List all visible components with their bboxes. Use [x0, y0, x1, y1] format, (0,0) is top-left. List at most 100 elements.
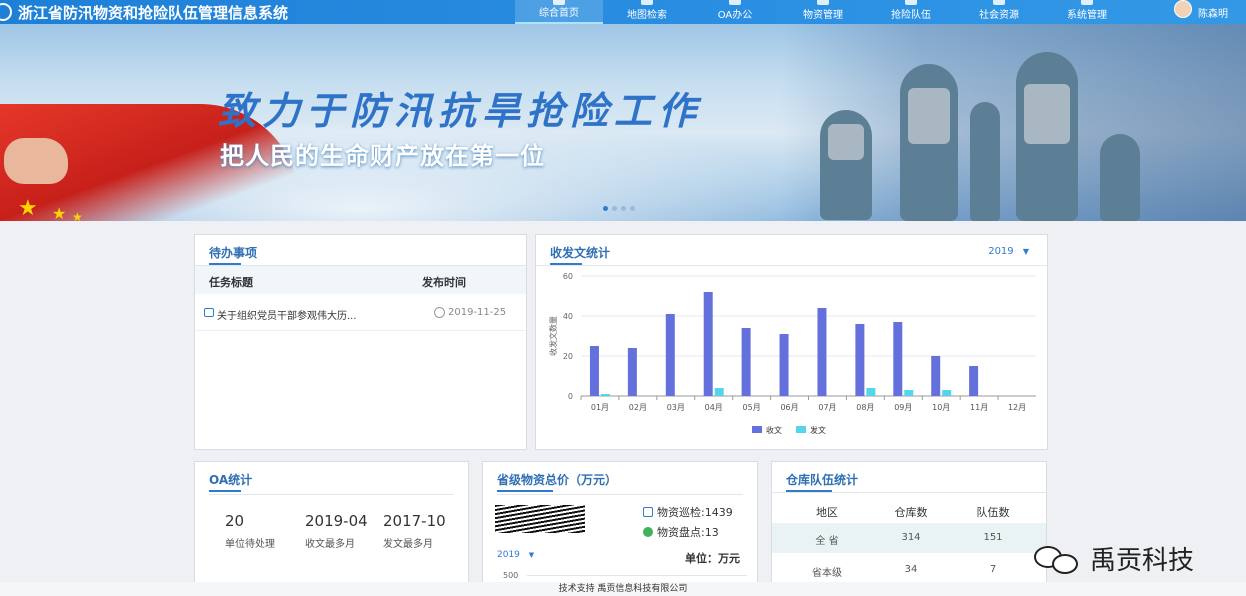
rescue-workers-image	[780, 24, 1246, 221]
stat-received-max[interactable]: 2019-04 收文最多月	[305, 512, 368, 550]
x-tick-label: 02月	[629, 403, 647, 412]
logo-icon	[0, 3, 12, 21]
todo-table-header: 任务标题 发布时间	[195, 266, 526, 294]
bar-sent	[600, 394, 610, 396]
y-axis-label: 收发文数量	[548, 316, 558, 356]
bar-received	[703, 292, 713, 396]
legend-label: 收文	[766, 425, 782, 435]
panel-title: 收发文统计	[550, 246, 611, 260]
doc-stats-panel: 收发文统计 2019 ▼ 0 20 40 60 收发文数量 01月 02月 03月 04月 05月…	[535, 234, 1048, 450]
x-tick-label: 03月	[667, 403, 685, 412]
inspection-count[interactable]: 物资巡检: 1439	[643, 504, 733, 520]
stat-label: 发文最多月	[383, 539, 433, 550]
nav-item[interactable]: 社会资源	[955, 0, 1043, 24]
unit-label: 单位：万元	[685, 552, 740, 565]
task-date: 2019-11-25	[448, 307, 507, 318]
bar-sent	[714, 388, 724, 396]
warehouse-team-panel: 仓库队伍统计 地区 仓库数 队伍数 全 省 314 151 省本级 34 7	[771, 461, 1047, 591]
banner-slogan-main: 致力于防汛抗旱抢险工作	[218, 88, 703, 133]
table-row[interactable]: 省本级 34 7	[772, 555, 1046, 585]
carousel-dot[interactable]	[612, 206, 617, 211]
nav-icon	[817, 0, 829, 5]
legend-swatch	[752, 426, 762, 433]
stat-value: 2017-10	[383, 512, 446, 530]
bar-sent	[904, 390, 914, 396]
axis-tick-label: 500	[503, 571, 519, 580]
wechat-icon	[1034, 544, 1082, 574]
app-brand[interactable]: 浙江省防汛物资和抢险队伍管理信息系统	[0, 0, 288, 24]
bar-received	[817, 308, 827, 396]
nav-item[interactable]: 抢险队伍	[867, 0, 955, 24]
x-tick-label: 07月	[818, 403, 836, 412]
column-header: 仓库数	[894, 506, 928, 519]
watermark-text: 禹贡科技	[1090, 546, 1195, 576]
app-title: 浙江省防汛物资和抢险队伍管理信息系统	[18, 3, 289, 22]
inspect-icon	[643, 507, 653, 517]
stat-sent-max[interactable]: 2017-10 发文最多月	[383, 512, 446, 550]
task-icon	[204, 308, 214, 317]
x-tick-label: 04月	[705, 403, 723, 412]
x-tick-label: 05月	[743, 403, 761, 412]
oa-stats-panel: OA统计 20 单位待处理 2019-04 收文最多月 2017-10 发文最多…	[194, 461, 469, 591]
y-tick-label: 20	[563, 352, 573, 361]
nav-icon	[641, 0, 653, 5]
panel-title: 仓库队伍统计	[786, 473, 859, 487]
x-tick-label: 06月	[780, 403, 798, 412]
nav-icon	[905, 0, 917, 5]
banner-slogan-sub: 把人民的生命财产放在第一位	[220, 142, 545, 170]
top-bar: 浙江省防汛物资和抢险队伍管理信息系统 综合首页 地图检索 OA办公 物资管理 抢险队伍社…	[0, 0, 1246, 24]
bar-received	[855, 324, 865, 396]
redacted-value-image	[495, 505, 585, 533]
bar-sent	[942, 390, 952, 396]
carousel-dot[interactable]	[603, 206, 608, 211]
year-select[interactable]: 2019 ▼	[988, 246, 1029, 257]
x-tick-label: 10月	[932, 403, 950, 412]
todo-panel: 待办事项 任务标题 发布时间 关于组织党员干部参观伟大历... 2019-11-…	[194, 234, 527, 450]
x-tick-label: 11月	[970, 403, 988, 412]
hero-banner[interactable]: ★ ★ ★ 致力于防汛抗旱抢险工作 把人民的生命财产放在第一位	[0, 24, 1246, 221]
nav-item[interactable]: 地图检索	[603, 0, 691, 24]
nav-item[interactable]: 物资管理	[779, 0, 867, 24]
inventory-count[interactable]: 物资盘点: 13	[643, 524, 719, 540]
stat-pending[interactable]: 20 单位待处理	[225, 512, 275, 550]
y-tick-label: 60	[563, 272, 573, 281]
nav-item[interactable]: 综合首页	[515, 0, 603, 24]
star-icon: ★	[72, 210, 83, 221]
avatar[interactable]	[1174, 0, 1192, 18]
panel-title: 省级物资总价（万元）	[497, 473, 618, 487]
task-title-link[interactable]: 关于组织党员干部参观伟大历...	[217, 307, 357, 322]
column-header: 队伍数	[976, 506, 1010, 519]
carousel-dot[interactable]	[630, 206, 635, 211]
nav-item[interactable]: OA办公	[691, 0, 779, 24]
bar-received	[969, 366, 979, 396]
x-tick-label: 08月	[856, 403, 874, 412]
user-name: 陈森明	[1198, 8, 1228, 20]
panel-title: OA统计	[209, 473, 253, 487]
bar-sent	[866, 388, 876, 396]
warehouse-table-header: 地区 仓库数 队伍数	[772, 495, 1046, 523]
legend-swatch	[796, 426, 806, 433]
bar-received	[627, 348, 637, 396]
main-nav: 综合首页 地图检索 OA办公 物资管理 抢险队伍 社会资源 系统管理	[515, 0, 1131, 24]
stat-label: 单位待处理	[225, 539, 275, 550]
carousel-dot[interactable]	[621, 206, 626, 211]
nav-icon	[1081, 0, 1093, 5]
nav-icon	[729, 0, 741, 5]
x-tick-label: 12月	[1008, 403, 1026, 412]
year-select[interactable]: 2019 ▼	[497, 550, 534, 560]
nav-icon	[553, 0, 565, 5]
table-row[interactable]: 全 省 314 151	[772, 523, 1046, 553]
raised-fist-image	[4, 138, 68, 184]
nav-item[interactable]: 系统管理	[1043, 0, 1131, 24]
legend-label: 发文	[810, 425, 826, 435]
column-header: 任务标题	[209, 276, 253, 289]
bar-received	[931, 356, 941, 396]
bar-received	[665, 314, 675, 396]
chevron-down-icon: ▼	[528, 551, 535, 559]
x-tick-label: 01月	[591, 403, 609, 412]
table-row[interactable]: 关于组织党员干部参观伟大历... 2019-11-25	[195, 295, 526, 331]
y-tick-label: 0	[568, 392, 573, 401]
stat-label: 收文最多月	[305, 539, 355, 550]
user-menu[interactable]: 陈森明	[1174, 0, 1228, 24]
stat-value: 20	[225, 512, 245, 530]
